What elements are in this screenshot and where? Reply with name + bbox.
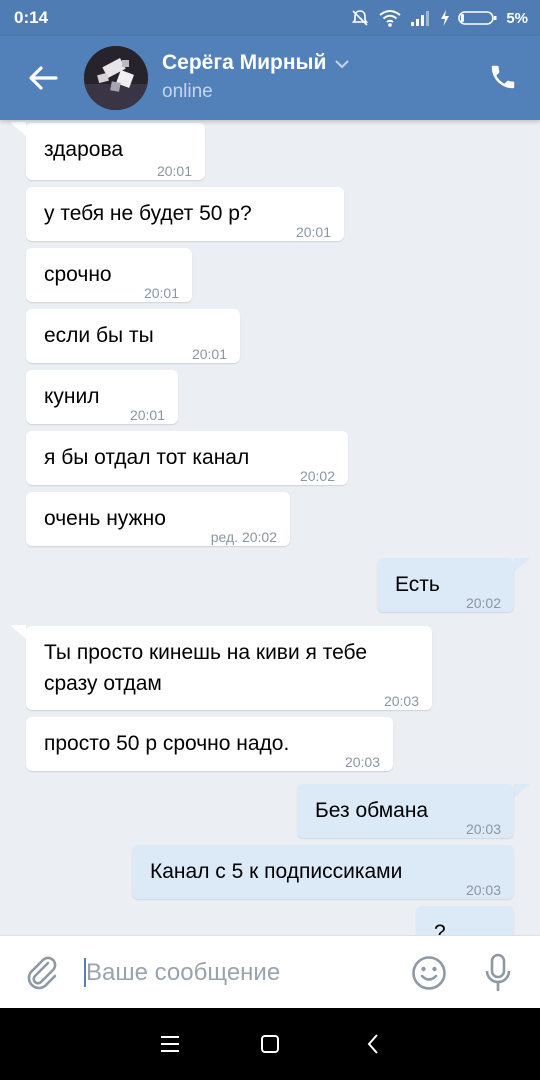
chevron-left-icon[interactable] xyxy=(360,1030,388,1058)
message-text: Есть xyxy=(395,573,440,596)
message-text: у тебя не будет 50 р? xyxy=(44,202,252,225)
bubble-tail xyxy=(10,625,26,639)
message-outgoing[interactable]: Есть 20:02 xyxy=(377,558,514,612)
arrow-left-icon[interactable] xyxy=(26,62,60,94)
message-time: ред. 20:02 xyxy=(210,529,277,545)
message-text: срочно xyxy=(44,263,112,286)
phone-icon[interactable] xyxy=(488,62,518,92)
message-text: я бы отдал тот канал xyxy=(44,446,250,469)
message-time: 20:01 xyxy=(129,407,165,423)
message-text: Без обмана xyxy=(315,799,429,822)
message-incoming[interactable]: очень нужно ред. 20:02 xyxy=(26,492,290,546)
message-text: ? xyxy=(434,921,446,935)
message-text: кунил xyxy=(44,385,100,408)
message-time: 20:01 xyxy=(295,224,331,240)
message-incoming[interactable]: у тебя не будет 50 р? 20:01 xyxy=(26,187,344,241)
battery-icon xyxy=(458,11,497,25)
message-time: 20:03 xyxy=(465,882,501,898)
message-incoming[interactable]: кунил 20:01 xyxy=(26,370,178,424)
message-time: 20:03 xyxy=(344,754,380,770)
smiley-icon[interactable] xyxy=(410,954,448,992)
mute-notifications-icon xyxy=(352,10,369,26)
message-time: 20:03 xyxy=(465,821,501,837)
avatar[interactable] xyxy=(84,46,148,110)
message-time: 20:01 xyxy=(143,285,179,301)
system-navigation-bar xyxy=(0,1008,540,1080)
message-incoming[interactable]: просто 50 р срочно надо. 20:03 xyxy=(26,717,393,771)
microphone-icon[interactable] xyxy=(482,952,514,994)
message-time: 20:02 xyxy=(299,468,335,484)
paperclip-icon[interactable] xyxy=(24,954,60,992)
status-time: 0:14 xyxy=(14,8,49,27)
message-outgoing[interactable]: Канал с 5 к подписсиками 20:03 xyxy=(132,845,514,899)
bubble-tail xyxy=(514,558,530,572)
message-text: просто 50 р срочно надо. xyxy=(44,732,290,755)
bubble-tail xyxy=(10,122,26,136)
message-text: Канал с 5 к подписсиками xyxy=(150,860,403,883)
message-text: здарова xyxy=(44,138,124,161)
message-text: Ты просто кинешь на киви я тебе xyxy=(44,641,368,664)
message-outgoing[interactable]: Без обмана 20:03 xyxy=(297,784,514,838)
charging-icon xyxy=(441,10,450,26)
avatar-image xyxy=(84,46,148,110)
message-time: 20:03 xyxy=(383,693,419,709)
message-incoming[interactable]: Ты просто кинешь на киви я тебе сразу от… xyxy=(26,626,432,710)
message-input[interactable] xyxy=(86,953,396,993)
message-list[interactable]: здарова 20:01 у тебя не будет 50 р? 20:0… xyxy=(0,120,540,935)
bubble-tail xyxy=(514,784,530,798)
chat-header: Серёга Мирный online xyxy=(0,36,540,120)
signal-icon xyxy=(411,11,430,26)
message-time: 20:02 xyxy=(465,595,501,611)
status-bar: 0:14 5% xyxy=(0,0,540,36)
status-icons: 5% xyxy=(350,6,528,30)
message-incoming[interactable]: здарова 20:01 xyxy=(26,123,205,180)
menu-icon[interactable] xyxy=(156,1030,184,1058)
chevron-down-icon xyxy=(335,60,350,69)
message-text: сразу отдам xyxy=(44,672,162,695)
message-text: если бы ты xyxy=(44,324,154,347)
contact-name-row[interactable]: Серёга Мирный xyxy=(162,51,350,75)
message-composer xyxy=(0,935,540,1009)
message-text: очень нужно xyxy=(44,507,166,530)
message-incoming[interactable]: срочно 20:01 xyxy=(26,248,192,302)
contact-status: online xyxy=(162,81,213,102)
contact-name: Серёга Мирный xyxy=(162,51,327,74)
message-outgoing[interactable]: ? xyxy=(416,906,514,935)
message-time: 20:01 xyxy=(156,163,192,179)
battery-percentage: 5% xyxy=(506,9,528,27)
square-icon[interactable] xyxy=(256,1030,284,1058)
wifi-icon xyxy=(379,10,401,27)
message-incoming[interactable]: если бы ты 20:01 xyxy=(26,309,240,363)
message-incoming[interactable]: я бы отдал тот канал 20:02 xyxy=(26,431,348,485)
message-time: 20:01 xyxy=(191,346,227,362)
